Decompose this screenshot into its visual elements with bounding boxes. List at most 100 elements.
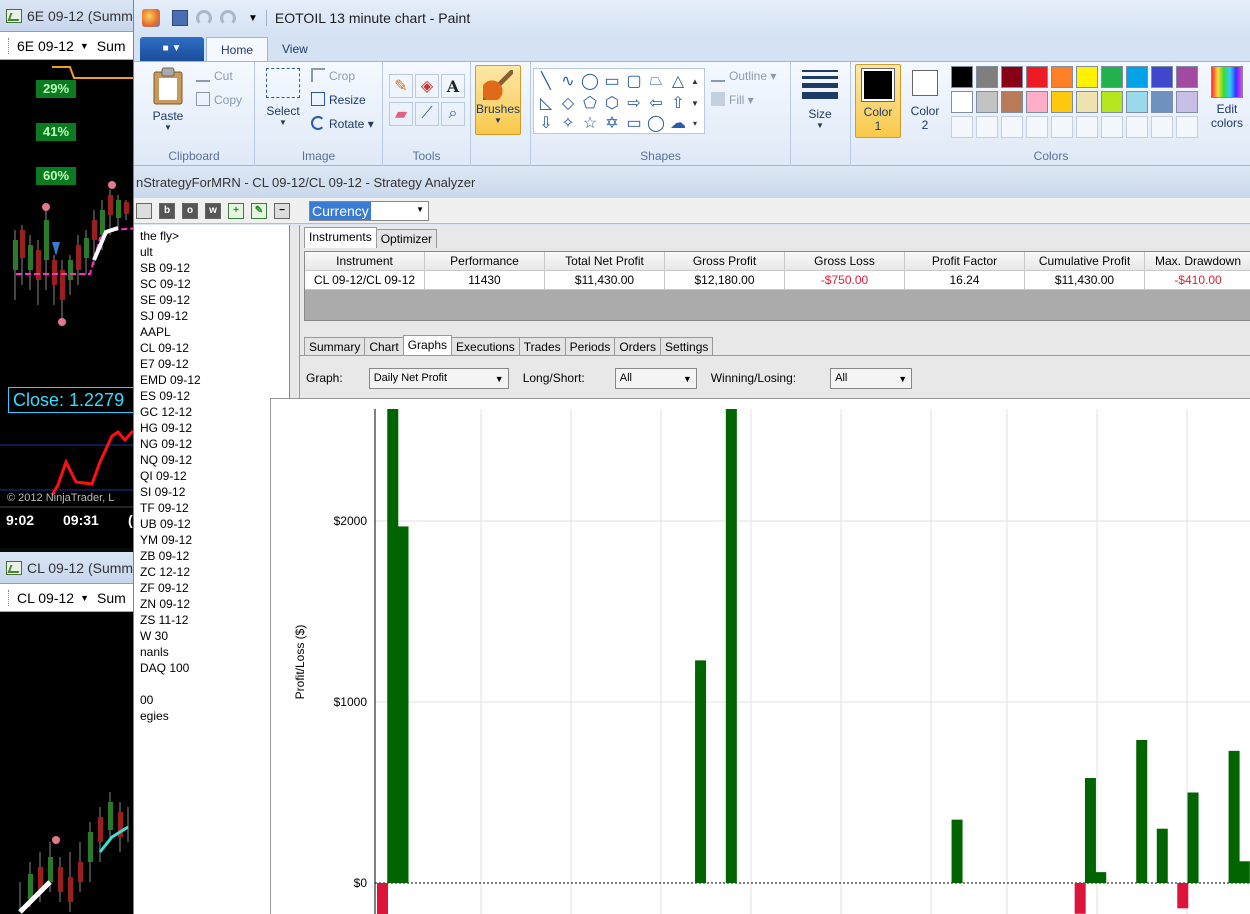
instrument-tree-item[interactable]: CL 09-12 xyxy=(134,340,289,356)
custom-color-slot[interactable] xyxy=(1051,116,1073,138)
edit-icon[interactable]: ✎ xyxy=(251,202,267,219)
color-swatch[interactable] xyxy=(1051,66,1073,88)
six-point-star-shape-icon[interactable]: ✡ xyxy=(601,112,623,134)
line-shape-icon[interactable]: ╲ xyxy=(535,70,557,92)
chevron-down-icon[interactable]: ▼ xyxy=(80,593,89,603)
save-icon[interactable] xyxy=(172,10,188,26)
hexagon-shape-icon[interactable]: ⬡ xyxy=(601,92,623,114)
color-swatch[interactable] xyxy=(1026,91,1048,113)
custom-color-slot[interactable] xyxy=(1126,116,1148,138)
instrument-tree-item[interactable]: ZS 11-12 xyxy=(134,612,289,628)
instrument-tree-item[interactable]: nanls xyxy=(134,644,289,660)
color-swatch[interactable] xyxy=(1151,66,1173,88)
down-arrow-shape-icon[interactable]: ⇩ xyxy=(535,112,557,134)
instrument-tree-item[interactable]: ZB 09-12 xyxy=(134,548,289,564)
paste-button[interactable]: Paste ▼ xyxy=(144,66,192,132)
remove-icon[interactable]: − xyxy=(274,202,290,219)
instrument-tree-item[interactable]: HG 09-12 xyxy=(134,420,289,436)
chevron-down-icon[interactable]: ▼ xyxy=(80,41,89,51)
tab-home[interactable]: Home xyxy=(206,37,269,61)
customize-qat-icon[interactable]: ▼ xyxy=(248,13,258,24)
custom-color-slot[interactable] xyxy=(1026,116,1048,138)
color1-button[interactable]: Color 1 xyxy=(855,64,901,138)
color-swatch[interactable] xyxy=(1076,66,1098,88)
undo-icon[interactable] xyxy=(196,10,212,26)
triangle-shape-icon[interactable]: △ xyxy=(667,70,689,92)
redo-icon[interactable] xyxy=(220,10,236,26)
long-short-select[interactable]: All ▼ xyxy=(614,367,697,389)
diamond-shape-icon[interactable]: ◇ xyxy=(557,92,579,114)
column-header[interactable]: Profit Factor xyxy=(905,252,1025,271)
five-point-star-shape-icon[interactable]: ☆ xyxy=(579,112,601,134)
instrument-tree-item[interactable]: EMD 09-12 xyxy=(134,372,289,388)
rectangle-shape-icon[interactable]: ▭ xyxy=(601,70,623,92)
column-header[interactable]: Gross Loss xyxy=(785,252,905,271)
instrument-tree-item[interactable]: TF 09-12 xyxy=(134,500,289,516)
color-swatch[interactable] xyxy=(1001,66,1023,88)
cloud-callout-shape-icon[interactable]: ☁ xyxy=(667,112,689,134)
instrument-tree-item[interactable]: SJ 09-12 xyxy=(134,308,289,324)
gallery-down-icon[interactable]: ▼ xyxy=(687,92,703,114)
paint-menu-button[interactable]: ■ ▼ xyxy=(140,37,204,61)
color2-button[interactable]: Color 2 xyxy=(903,64,947,138)
color-swatch[interactable] xyxy=(1051,91,1073,113)
custom-color-slot[interactable] xyxy=(1076,116,1098,138)
left-arrow-shape-icon[interactable]: ⇦ xyxy=(645,92,667,114)
select-button[interactable]: Select ▼ xyxy=(263,68,303,127)
instrument-tree-item[interactable]: UB 09-12 xyxy=(134,516,289,532)
pentagon-shape-icon[interactable]: ⬠ xyxy=(579,92,601,114)
instrument-tree-item[interactable]: GC 12-12 xyxy=(134,404,289,420)
color-picker-icon[interactable]: ⟋ xyxy=(415,102,439,126)
instrument-tree-item[interactable]: NG 09-12 xyxy=(134,436,289,452)
instrument-tree-item[interactable]: SE 09-12 xyxy=(134,292,289,308)
instrument-tree-item[interactable]: 00 xyxy=(134,692,289,708)
fill-bucket-icon[interactable]: ◈ xyxy=(415,74,439,98)
instrument-tree-item[interactable]: DAQ 100 xyxy=(134,660,289,676)
color-swatch[interactable] xyxy=(951,91,973,113)
instrument-tree-item[interactable]: QI 09-12 xyxy=(134,468,289,484)
copy-button[interactable]: Copy xyxy=(196,92,242,107)
instrument-tree-item[interactable]: W 30 xyxy=(134,628,289,644)
ninja-title-bar[interactable]: CL 09-12 (Summ xyxy=(0,552,140,584)
toolbar-o-button[interactable]: o xyxy=(182,202,198,219)
instrument-tree-item[interactable]: ZN 09-12 xyxy=(134,596,289,612)
right-triangle-shape-icon[interactable]: ◺ xyxy=(535,92,557,114)
oval-callout-shape-icon[interactable]: ◯ xyxy=(645,112,667,134)
instrument-tree-item[interactable]: YM 09-12 xyxy=(134,532,289,548)
brushes-button[interactable]: Brushes ▼ xyxy=(475,65,521,135)
color-swatch[interactable] xyxy=(951,66,973,88)
column-header[interactable]: Gross Profit xyxy=(665,252,785,271)
custom-color-slot[interactable] xyxy=(1151,116,1173,138)
right-arrow-shape-icon[interactable]: ⇨ xyxy=(623,92,645,114)
color-swatch[interactable] xyxy=(1026,66,1048,88)
tab-instruments[interactable]: Instruments xyxy=(304,227,377,248)
gallery-expand-icon[interactable]: ▾ xyxy=(687,112,703,134)
fill-button[interactable]: Fill ▾ xyxy=(711,92,754,107)
instrument-tree-item[interactable]: NQ 09-12 xyxy=(134,452,289,468)
color-swatch[interactable] xyxy=(1126,66,1148,88)
rotate-button[interactable]: Rotate ▾ xyxy=(311,116,374,131)
tab-optimizer[interactable]: Optimizer xyxy=(375,229,438,248)
pencil-icon[interactable]: ✎ xyxy=(389,74,413,98)
custom-color-slot[interactable] xyxy=(1001,116,1023,138)
color-swatch[interactable] xyxy=(976,66,998,88)
instrument-tree-item[interactable]: E7 09-12 xyxy=(134,356,289,372)
instrument-selector[interactable]: CL 09-12 xyxy=(8,589,74,606)
color-swatch[interactable] xyxy=(1101,66,1123,88)
column-header[interactable]: Cumulative Profit xyxy=(1025,252,1145,271)
column-header[interactable]: Max. Drawdown xyxy=(1145,252,1250,271)
custom-color-slot[interactable] xyxy=(951,116,973,138)
tab-periods[interactable]: Periods xyxy=(564,337,616,356)
edit-colors-button[interactable]: Edit colors xyxy=(1205,66,1249,130)
instrument-tree-item[interactable]: SI 09-12 xyxy=(134,484,289,500)
tab-chart[interactable]: Chart xyxy=(364,337,404,356)
instrument-tree-item[interactable]: ult xyxy=(134,244,289,260)
gallery-up-icon[interactable]: ▲ xyxy=(687,70,703,92)
color-swatch[interactable] xyxy=(976,91,998,113)
four-point-star-shape-icon[interactable]: ✧ xyxy=(557,112,579,134)
size-button[interactable]: Size ▼ xyxy=(797,68,843,130)
tab-summary[interactable]: Summary xyxy=(304,337,366,356)
instrument-tree-item[interactable]: ZF 09-12 xyxy=(134,580,289,596)
magnifier-icon[interactable]: ⌕ xyxy=(441,102,465,126)
instrument-tree-item[interactable] xyxy=(134,676,289,692)
